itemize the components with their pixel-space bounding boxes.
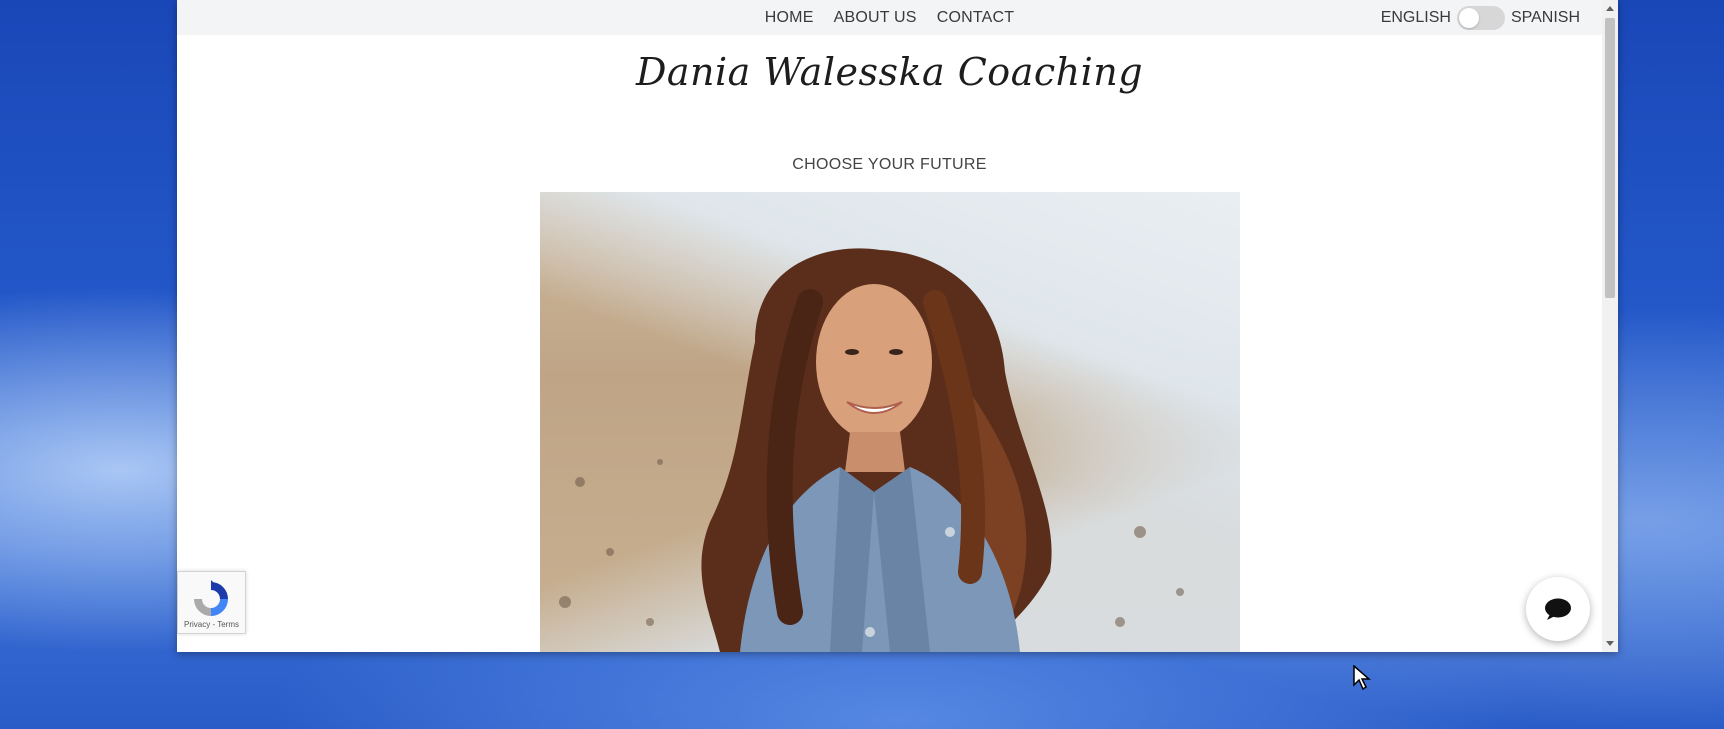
language-switcher: ENGLISH SPANISH — [1381, 0, 1580, 35]
site-logo-title[interactable]: Dania Walesska Coaching — [177, 50, 1602, 94]
recaptcha-icon — [194, 580, 228, 616]
scrollbar-thumb[interactable] — [1605, 18, 1615, 298]
scroll-down-arrow-icon[interactable] — [1606, 641, 1614, 646]
language-english-label: ENGLISH — [1380, 8, 1451, 26]
language-spanish-label: SPANISH — [1510, 8, 1580, 26]
language-toggle-knob — [1458, 7, 1479, 28]
mouse-cursor-icon — [1353, 665, 1372, 691]
vertical-scrollbar[interactable] — [1602, 0, 1618, 652]
recaptcha-badge[interactable]: Privacy - Terms — [177, 571, 246, 634]
top-navigation-bar: HOME ABOUT US CONTACT ENGLISH SPANISH — [177, 0, 1602, 35]
hero-photo — [540, 192, 1240, 652]
recaptcha-links: Privacy - Terms — [178, 620, 245, 629]
hero-tagline: CHOOSE YOUR FUTURE — [792, 156, 987, 173]
browser-window: HOME ABOUT US CONTACT ENGLISH SPANISH Da… — [177, 0, 1618, 652]
scroll-up-arrow-icon[interactable] — [1606, 6, 1614, 11]
chat-bubble-icon — [1545, 598, 1571, 620]
chat-button[interactable] — [1526, 577, 1590, 641]
recaptcha-terms-link[interactable]: Terms — [217, 620, 239, 629]
nav-home-link[interactable]: HOME — [765, 9, 814, 27]
language-toggle[interactable] — [1456, 5, 1505, 30]
recaptcha-separator: - — [212, 620, 216, 629]
nav-contact-link[interactable]: CONTACT — [937, 9, 1015, 27]
recaptcha-privacy-link[interactable]: Privacy — [184, 620, 210, 629]
hero-photo-illustration — [559, 248, 1184, 652]
nav-about-us-link[interactable]: ABOUT US — [834, 9, 917, 27]
